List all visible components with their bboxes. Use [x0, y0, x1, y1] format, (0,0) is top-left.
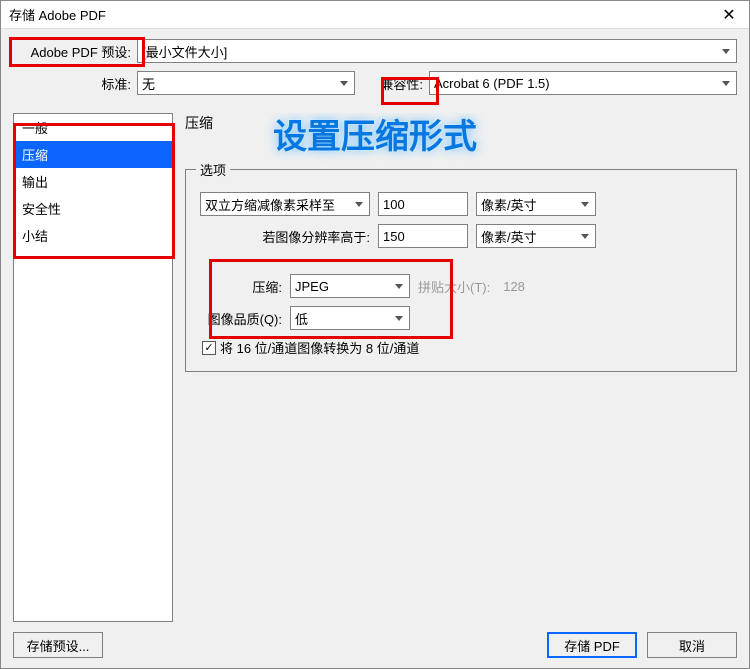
downsample-value: 100	[383, 197, 405, 212]
sidebar-item-general[interactable]: 一般	[14, 114, 172, 141]
preset-value: [最小文件大小]	[142, 42, 227, 61]
standard-label: 标准:	[101, 77, 131, 92]
title-bar: 存储 Adobe PDF ✕	[1, 1, 749, 29]
downsample-row: 双立方缩减像素采样至 100 像素/英寸	[200, 192, 722, 216]
category-sidebar: 一般 压缩 输出 安全性 小结	[13, 113, 173, 622]
compat-dropdown[interactable]: Acrobat 6 (PDF 1.5)	[429, 71, 737, 95]
threshold-value: 150	[383, 229, 405, 244]
tile-size-label: 拼贴大小(T):	[418, 277, 490, 296]
compat-value: Acrobat 6 (PDF 1.5)	[434, 76, 550, 91]
save-adobe-pdf-dialog: 存储 Adobe PDF ✕ Adobe PDF 预设: [最小文件大小] 标准…	[0, 0, 750, 669]
compat-label: 兼容性:	[380, 77, 423, 92]
preset-row: Adobe PDF 预设: [最小文件大小]	[13, 39, 737, 63]
downsample-value-field[interactable]: 100	[378, 192, 468, 216]
sidebar-item-compression[interactable]: 压缩	[14, 141, 172, 168]
downsample-method-dropdown[interactable]: 双立方缩减像素采样至	[200, 192, 370, 216]
compression-panel: 压缩 设置压缩形式 选项 双立方缩减像素采样至 100 像素/英寸	[183, 113, 737, 622]
compress-dropdown[interactable]: JPEG	[290, 274, 410, 298]
main-area: 一般 压缩 输出 安全性 小结 压缩 设置压缩形式 选项 双立方缩减像素采样至	[13, 113, 737, 622]
panel-title: 压缩	[185, 113, 737, 133]
close-button[interactable]: ✕	[709, 1, 749, 29]
quality-dropdown[interactable]: 低	[290, 306, 410, 330]
preset-dropdown[interactable]: [最小文件大小]	[137, 39, 737, 63]
convert-16bit-row[interactable]: ✓ 将 16 位/通道图像转换为 8 位/通道	[202, 338, 722, 357]
save-pdf-button[interactable]: 存储 PDF	[547, 632, 637, 658]
compress-row: 压缩: JPEG 拼贴大小(T): 128	[200, 274, 722, 298]
options-group: 选项 双立方缩减像素采样至 100 像素/英寸	[185, 169, 737, 372]
quality-label: 图像品质(Q):	[208, 312, 282, 327]
downsample-unit-dropdown[interactable]: 像素/英寸	[476, 192, 596, 216]
dialog-button-bar: 存储预设... 存储 PDF 取消	[1, 622, 749, 668]
cancel-button[interactable]: 取消	[647, 632, 737, 658]
downsample-method-value: 双立方缩减像素采样至	[205, 195, 335, 214]
compress-value: JPEG	[295, 279, 329, 294]
convert-16bit-label: 将 16 位/通道图像转换为 8 位/通道	[220, 338, 419, 357]
dialog-content: Adobe PDF 预设: [最小文件大小] 标准: 无 兼容性: Acroba…	[1, 29, 749, 622]
compress-label: 压缩:	[252, 280, 282, 295]
tile-size-field: 128	[498, 274, 548, 298]
close-icon: ✕	[722, 5, 735, 25]
standard-compat-row: 标准: 无 兼容性: Acrobat 6 (PDF 1.5)	[13, 71, 737, 95]
standard-value: 无	[142, 74, 155, 93]
sidebar-item-summary[interactable]: 小结	[14, 222, 172, 249]
threshold-row: 若图像分辨率高于: 150 像素/英寸	[200, 224, 722, 248]
group-legend: 选项	[196, 160, 230, 179]
sidebar-item-output[interactable]: 输出	[14, 168, 172, 195]
window-title: 存储 Adobe PDF	[9, 5, 106, 24]
quality-value: 低	[295, 309, 308, 328]
tile-size-value: 128	[503, 279, 525, 294]
threshold-value-field[interactable]: 150	[378, 224, 468, 248]
convert-16bit-checkbox[interactable]: ✓	[202, 341, 216, 355]
downsample-unit-value: 像素/英寸	[481, 195, 537, 214]
sidebar-item-security[interactable]: 安全性	[14, 195, 172, 222]
preset-label: Adobe PDF 预设:	[31, 45, 131, 60]
threshold-unit-dropdown[interactable]: 像素/英寸	[476, 224, 596, 248]
threshold-unit-value: 像素/英寸	[481, 227, 537, 246]
threshold-label: 若图像分辨率高于:	[262, 230, 370, 245]
standard-dropdown[interactable]: 无	[137, 71, 355, 95]
quality-row: 图像品质(Q): 低	[200, 306, 722, 330]
save-preset-button[interactable]: 存储预设...	[13, 632, 103, 658]
